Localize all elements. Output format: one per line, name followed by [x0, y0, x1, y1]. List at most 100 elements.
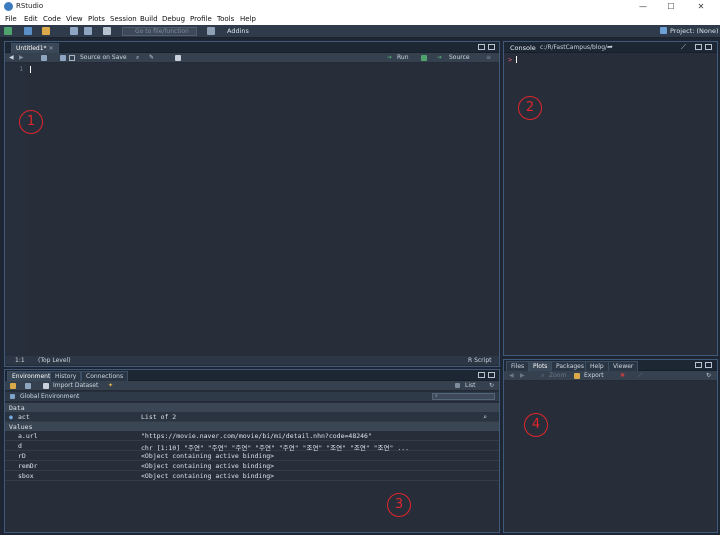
tab-plots[interactable]: Plots: [528, 361, 553, 371]
menu-tools[interactable]: Tools: [217, 15, 234, 23]
scope-selector[interactable]: (Top Level): [38, 357, 71, 364]
data-header-label: Data: [9, 404, 25, 412]
menu-file[interactable]: File: [5, 15, 17, 23]
console-cursor: [516, 56, 517, 63]
editor-toolbar: ◀ ▶ Source on Save ⌕ ✎ ➜ Run ➜ Source ≡: [5, 53, 499, 63]
console-pane: Console c:/R/FastCampus/blog/ ➦ ⟋ > 2: [503, 41, 718, 356]
variable-name: remDr: [18, 462, 38, 470]
environment-toolbar: Import Dataset ✦ List ↻: [5, 381, 499, 391]
menu-debug[interactable]: Debug: [162, 15, 185, 23]
print-icon[interactable]: [103, 27, 111, 36]
line-number-gutter: 1: [5, 64, 27, 356]
table-row[interactable]: d chr [1:10] "주연" "주연" "주연" "주연" "주연" "조…: [5, 441, 499, 452]
variable-name: sbox: [18, 472, 34, 480]
search-icon: ⌕: [435, 393, 438, 399]
menu-build[interactable]: Build: [140, 15, 158, 23]
maximize-pane-icon[interactable]: [488, 372, 495, 378]
maximize-pane-icon[interactable]: [705, 362, 712, 368]
minimize-pane-icon[interactable]: [478, 372, 485, 378]
source-on-save-checkbox[interactable]: [69, 55, 75, 61]
export-menu[interactable]: Export: [584, 372, 604, 379]
close-button[interactable]: ✕: [687, 0, 715, 13]
table-row[interactable]: remDr <Object containing active binding>: [5, 461, 499, 471]
environment-scope-bar: Global Environment ⌕: [5, 392, 499, 402]
variable-name: d: [18, 442, 22, 450]
annotation-circle-4: 4: [524, 413, 548, 437]
console-path: c:/R/FastCampus/blog/: [540, 44, 608, 51]
environment-tabs: Environment History Connections: [5, 370, 499, 381]
table-row[interactable]: sbox <Object containing active binding>: [5, 471, 499, 481]
outline-icon[interactable]: ≡: [486, 54, 491, 61]
code-editor[interactable]: [27, 64, 499, 356]
run-icon[interactable]: ➜: [387, 54, 392, 61]
window-title: RStudio: [16, 2, 44, 10]
minimize-button[interactable]: —: [629, 0, 657, 13]
annotation-circle-1: 1: [19, 110, 43, 134]
project-menu[interactable]: Project: (None): [670, 27, 719, 36]
tab-viewer[interactable]: Viewer: [608, 361, 639, 371]
menu-help[interactable]: Help: [240, 15, 256, 23]
table-row[interactable]: a.url "https://movie.naver.com/movie/bi/…: [5, 431, 499, 441]
file-type-selector[interactable]: R Script: [468, 357, 491, 364]
plots-toolbar: ◀ ▶ ⌕ Zoom Export ✖ ⟋ ↻: [504, 371, 717, 381]
go-to-directory-icon[interactable]: ➦: [607, 43, 613, 51]
menu-code[interactable]: Code: [43, 15, 61, 23]
clear-console-icon[interactable]: ⟋: [681, 43, 686, 52]
expand-icon[interactable]: ●: [9, 413, 13, 421]
goto-file-input[interactable]: Go to file/function: [122, 27, 197, 36]
save-icon[interactable]: [70, 27, 78, 36]
refresh-icon[interactable]: ↻: [706, 372, 711, 379]
maximize-pane-icon[interactable]: [705, 44, 712, 50]
open-file-icon[interactable]: [42, 27, 50, 36]
menu-edit[interactable]: Edit: [24, 15, 38, 23]
maximize-button[interactable]: ☐: [657, 0, 685, 13]
new-file-icon[interactable]: [4, 27, 12, 36]
clear-plots-icon[interactable]: ⟋: [638, 372, 642, 380]
environment-scope-selector[interactable]: Global Environment: [20, 393, 79, 400]
refresh-icon[interactable]: ↻: [489, 382, 494, 389]
next-plot-icon[interactable]: ▶: [520, 372, 525, 379]
save-all-icon[interactable]: [84, 27, 92, 36]
menu-session[interactable]: Session: [110, 15, 137, 23]
forward-arrow-icon[interactable]: ▶: [19, 54, 24, 61]
run-button[interactable]: Run: [397, 54, 409, 61]
tab-environment[interactable]: Environment: [7, 371, 56, 381]
variable-name: a.url: [18, 432, 38, 440]
tab-close-icon[interactable]: ×: [48, 45, 53, 52]
zoom-icon[interactable]: ⌕: [541, 372, 544, 380]
import-dataset-menu[interactable]: Import Dataset: [53, 382, 98, 389]
code-tools-icon[interactable]: ✎: [149, 54, 154, 61]
clear-workspace-icon[interactable]: ✦: [108, 382, 113, 389]
remove-plot-icon[interactable]: ✖: [620, 372, 625, 379]
tab-connections[interactable]: Connections: [81, 371, 129, 381]
menu-plots[interactable]: Plots: [88, 15, 105, 23]
addins-menu[interactable]: Addins: [227, 27, 249, 36]
menu-view[interactable]: View: [66, 15, 83, 23]
grid-icon[interactable]: [207, 27, 215, 36]
table-row[interactable]: ● act List of 2 ⌕: [5, 412, 499, 422]
menu-profile[interactable]: Profile: [190, 15, 212, 23]
search-icon[interactable]: ⌕: [136, 54, 139, 62]
source-button[interactable]: Source: [449, 54, 470, 61]
table-row[interactable]: rD <Object containing active binding>: [5, 451, 499, 461]
maximize-pane-icon[interactable]: [488, 44, 495, 50]
view-data-icon[interactable]: ⌕: [483, 413, 487, 421]
editor-status-bar: 1:1 (Top Level) R Script: [5, 356, 499, 366]
data-section-header: Data: [5, 403, 499, 412]
tab-files[interactable]: Files: [506, 361, 530, 371]
source-icon[interactable]: ➜: [437, 54, 442, 61]
minimize-pane-icon[interactable]: [695, 362, 702, 368]
tab-packages[interactable]: Packages: [551, 361, 589, 371]
minimize-pane-icon[interactable]: [478, 44, 485, 50]
variable-value: "https://movie.naver.com/movie/bi/mi/det…: [141, 432, 372, 440]
environment-search-input[interactable]: ⌕: [432, 393, 495, 400]
zoom-button[interactable]: Zoom: [549, 372, 566, 379]
back-arrow-icon[interactable]: ◀: [9, 54, 14, 61]
new-project-icon[interactable]: [24, 27, 32, 36]
minimize-pane-icon[interactable]: [695, 44, 702, 50]
tab-help[interactable]: Help: [585, 361, 609, 371]
previous-plot-icon[interactable]: ◀: [509, 372, 514, 379]
tab-untitled1[interactable]: Untitled1* ×: [11, 43, 59, 53]
tab-history[interactable]: History: [50, 371, 82, 381]
view-mode-selector[interactable]: List: [465, 382, 476, 389]
